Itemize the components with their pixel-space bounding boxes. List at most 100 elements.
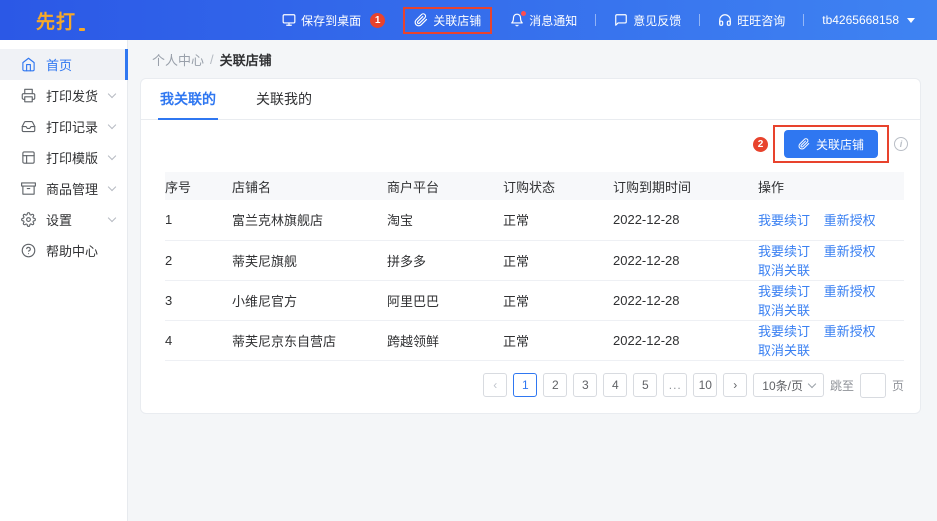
sidebar-item-home[interactable]: 首页 xyxy=(0,49,127,80)
sidebar-item-label: 打印记录 xyxy=(46,117,99,136)
column-header-shop-name: 店铺名 xyxy=(232,172,387,200)
breadcrumb-current: 关联店铺 xyxy=(220,50,272,69)
desktop-icon xyxy=(282,13,296,27)
renew-link[interactable]: 我要续订 xyxy=(758,244,810,259)
cell-expire: 2022-12-28 xyxy=(613,200,758,240)
renew-link[interactable]: 我要续订 xyxy=(758,213,810,228)
reauthorize-link[interactable]: 重新授权 xyxy=(824,284,876,299)
home-icon xyxy=(21,57,36,72)
breadcrumb-parent[interactable]: 个人中心 xyxy=(152,50,204,69)
nav-divider xyxy=(803,14,804,26)
top-bar: 先打 保存到桌面 1 关联店铺 消息通知 意见反馈 xyxy=(0,0,937,40)
chevron-down-icon xyxy=(108,121,116,129)
sidebar-item-label: 帮助中心 xyxy=(46,241,115,260)
chevron-down-icon xyxy=(808,379,816,387)
tab-my-linked[interactable]: 我关联的 xyxy=(158,79,218,120)
cell-platform: 淘宝 xyxy=(387,200,503,240)
user-account-dropdown[interactable]: tb4265668158 xyxy=(822,13,915,27)
unlink-link[interactable]: 取消关联 xyxy=(758,263,810,278)
sidebar-item-label: 首页 xyxy=(46,55,115,74)
link-shop-button[interactable]: 关联店铺 xyxy=(784,130,878,158)
next-page-button[interactable]: › xyxy=(723,373,747,397)
notifications-button[interactable]: 消息通知 xyxy=(510,12,577,29)
page-ellipsis-button[interactable]: ... xyxy=(663,373,687,397)
info-icon[interactable]: i xyxy=(894,137,908,151)
cell-shop-name: 蒂芙尼旗舰 xyxy=(232,240,387,280)
annotation-box-1: 关联店铺 xyxy=(403,7,492,34)
tab-linked-me[interactable]: 关联我的 xyxy=(254,79,314,120)
column-header-index: 序号 xyxy=(165,172,232,200)
page-size-select[interactable]: 10条/页 xyxy=(753,373,824,397)
sidebar-item-label: 打印发货 xyxy=(46,86,99,105)
renew-link[interactable]: 我要续订 xyxy=(758,284,810,299)
reauthorize-link[interactable]: 重新授权 xyxy=(824,244,876,259)
consult-label: 旺旺咨询 xyxy=(737,12,785,29)
column-header-status: 订购状态 xyxy=(503,172,613,200)
sidebar-item-help-center[interactable]: 帮助中心 xyxy=(0,235,127,266)
annotation-step-1-badge: 1 xyxy=(370,13,385,28)
table-row: 4 蒂芙尼京东自营店 跨越领鲜 正常 2022-12-28 我要续订 重新授权 … xyxy=(165,320,904,360)
wangwang-consult-button[interactable]: 旺旺咨询 xyxy=(718,12,785,29)
chevron-down-icon xyxy=(108,152,116,160)
column-header-platform: 商户平台 xyxy=(387,172,503,200)
page-button-5[interactable]: 5 xyxy=(633,373,657,397)
table-header-row: 序号 店铺名 商户平台 订购状态 订购到期时间 操作 xyxy=(165,172,904,200)
speech-bubble-icon xyxy=(614,13,628,27)
cell-platform: 跨越领鲜 xyxy=(387,320,503,360)
linked-shops-table: 序号 店铺名 商户平台 订购状态 订购到期时间 操作 1 富兰克林旗舰店 淘宝 … xyxy=(165,172,904,361)
cell-status: 正常 xyxy=(503,280,613,320)
template-icon xyxy=(21,150,36,165)
table-row: 2 蒂芙尼旗舰 拼多多 正常 2022-12-28 我要续订 重新授权 取消关联 xyxy=(165,240,904,280)
save-to-desktop-button[interactable]: 保存到桌面 xyxy=(282,12,361,29)
reauthorize-link[interactable]: 重新授权 xyxy=(824,324,876,339)
pagination: ‹ 1 2 3 4 5 ... 10 › 10条/页 跳至 页 xyxy=(157,373,904,398)
reauthorize-link[interactable]: 重新授权 xyxy=(824,213,876,228)
package-icon xyxy=(21,181,36,196)
logo-text: 先打 xyxy=(36,7,76,34)
prev-page-button[interactable]: ‹ xyxy=(483,373,507,397)
sidebar-item-print-shipping[interactable]: 打印发货 xyxy=(0,80,127,111)
sidebar-item-print-records[interactable]: 打印记录 xyxy=(0,111,127,142)
notifications-label: 消息通知 xyxy=(529,12,577,29)
renew-link[interactable]: 我要续订 xyxy=(758,324,810,339)
chevron-down-icon xyxy=(108,214,116,222)
column-header-expire: 订购到期时间 xyxy=(613,172,758,200)
cell-shop-name: 富兰克林旗舰店 xyxy=(232,200,387,240)
printer-icon xyxy=(21,88,36,103)
page-button-10[interactable]: 10 xyxy=(693,373,717,397)
logo-underscore-mark xyxy=(79,28,85,31)
top-nav: 保存到桌面 1 关联店铺 消息通知 意见反馈 旺旺咨询 tb xyxy=(282,7,915,34)
save-to-desktop-label: 保存到桌面 xyxy=(301,12,361,29)
tab-bar: 我关联的 关联我的 xyxy=(141,79,920,120)
page-button-1[interactable]: 1 xyxy=(513,373,537,397)
page-button-2[interactable]: 2 xyxy=(543,373,567,397)
cell-status: 正常 xyxy=(503,240,613,280)
feedback-label: 意见反馈 xyxy=(633,12,681,29)
jump-page-input[interactable] xyxy=(860,373,886,398)
unlink-link[interactable]: 取消关联 xyxy=(758,343,810,358)
headset-icon xyxy=(718,13,732,27)
feedback-button[interactable]: 意见反馈 xyxy=(614,12,681,29)
linked-shops-card: 我关联的 关联我的 2 关联店铺 i 序号 店 xyxy=(140,78,921,414)
link-shop-nav-button[interactable]: 关联店铺 xyxy=(414,12,481,29)
cell-expire: 2022-12-28 xyxy=(613,280,758,320)
page-button-4[interactable]: 4 xyxy=(603,373,627,397)
page-button-3[interactable]: 3 xyxy=(573,373,597,397)
nav-divider xyxy=(595,14,596,26)
annotation-step-2-badge: 2 xyxy=(753,137,768,152)
sidebar-item-print-templates[interactable]: 打印模版 xyxy=(0,142,127,173)
sidebar-item-label: 商品管理 xyxy=(46,179,99,198)
main-content: 个人中心 / 关联店铺 我关联的 关联我的 2 关联店铺 i xyxy=(128,40,937,521)
chevron-down-icon xyxy=(108,90,116,98)
link-shop-nav-label: 关联店铺 xyxy=(433,12,481,29)
cell-index: 2 xyxy=(165,240,232,280)
cell-shop-name: 小维尼官方 xyxy=(232,280,387,320)
sidebar-item-settings[interactable]: 设置 xyxy=(0,204,127,235)
breadcrumb-separator: / xyxy=(210,52,214,67)
toolbar: 2 关联店铺 i xyxy=(141,120,920,168)
print-record-icon xyxy=(21,119,36,134)
sidebar: 首页 打印发货 打印记录 打印模版 商品管理 设置 帮 xyxy=(0,40,128,521)
sidebar-item-goods-management[interactable]: 商品管理 xyxy=(0,173,127,204)
unlink-link[interactable]: 取消关联 xyxy=(758,303,810,318)
app-logo: 先打 xyxy=(36,7,85,34)
